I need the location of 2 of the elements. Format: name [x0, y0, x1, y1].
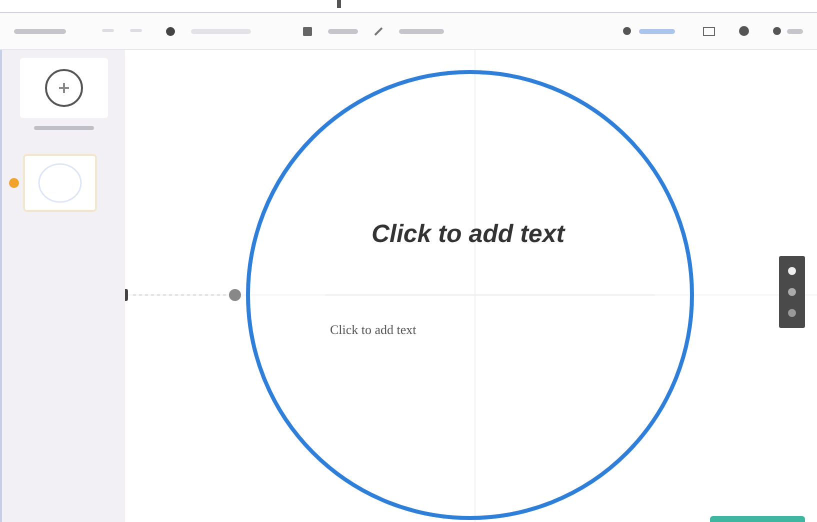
- body-text[interactable]: Click to add text: [330, 320, 416, 340]
- title-text[interactable]: Click to add text: [318, 216, 618, 254]
